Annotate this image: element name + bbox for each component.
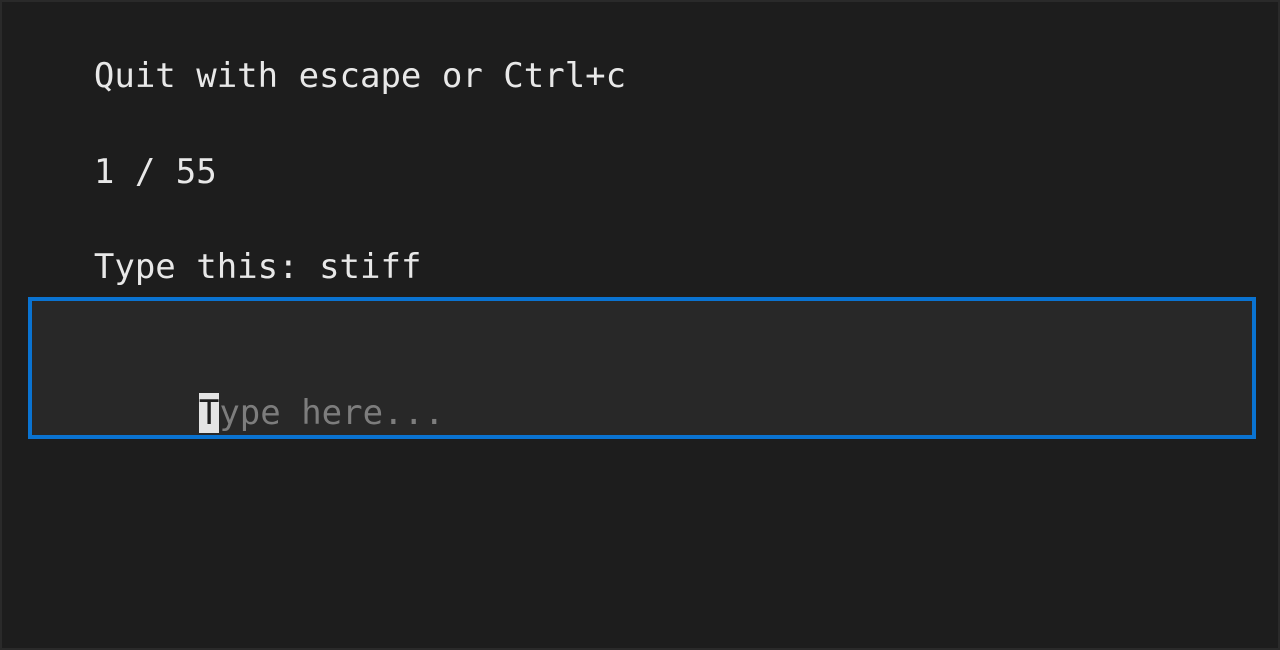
progress-current: 1 [93,152,115,192]
quit-hint-text: Quit with escape or Ctrl+c [93,56,627,96]
placeholder-text: ype here... [219,393,445,433]
terminal-window: Quit with escape or Ctrl+c 1 / 55 Type t… [0,0,1280,650]
progress-separator: / [114,152,176,192]
prompt-word: stiff [319,247,422,287]
text-cursor: T [198,393,220,433]
typing-input-placeholder[interactable]: Type here... [76,353,444,473]
prompt-label: Type this: [93,247,320,287]
progress-total: 55 [175,152,217,192]
typing-input[interactable]: Type here... [28,297,1256,439]
